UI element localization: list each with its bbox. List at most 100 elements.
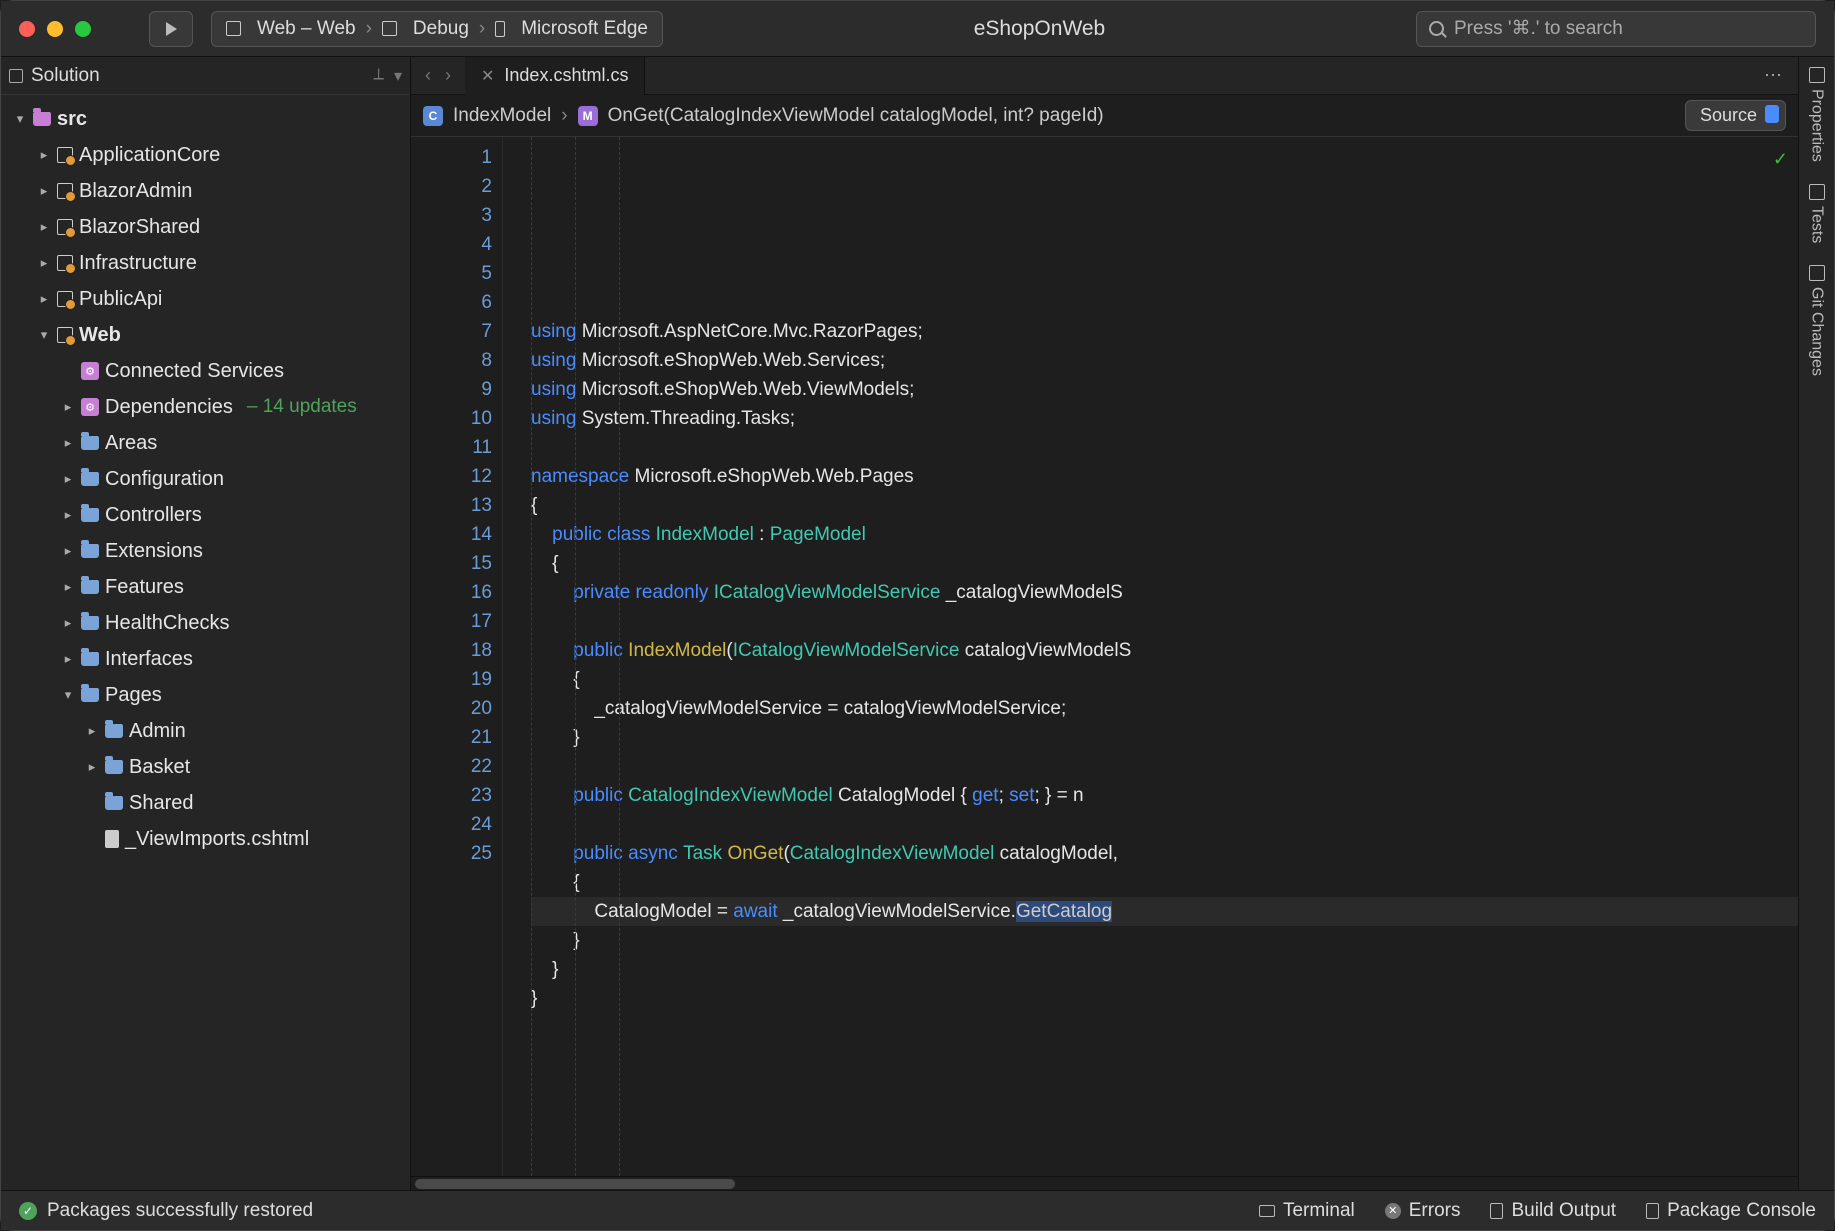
nav-forward-icon[interactable]: › xyxy=(445,65,451,86)
tab-overflow-menu[interactable]: ⋯ xyxy=(1748,65,1798,86)
scrollbar-thumb[interactable] xyxy=(415,1179,735,1189)
run-configuration-selector[interactable]: Web – Web › Debug › Microsoft Edge xyxy=(211,11,663,47)
tree-item[interactable]: ApplicationCore xyxy=(1,137,410,173)
twisty-icon[interactable] xyxy=(85,723,99,739)
twisty-icon[interactable] xyxy=(37,327,51,343)
tree-item[interactable]: _ViewImports.cshtml xyxy=(1,821,410,857)
minimize-window-dot[interactable] xyxy=(47,21,63,37)
statusbar-panel-button[interactable]: Build Output xyxy=(1490,1200,1616,1222)
csproj-icon xyxy=(57,183,73,199)
tree-item-label: Configuration xyxy=(105,468,224,491)
tree-item[interactable]: HealthChecks xyxy=(1,605,410,641)
breadcrumb-bar: C IndexModel › M OnGet(CatalogIndexViewM… xyxy=(411,95,1798,137)
twisty-icon[interactable] xyxy=(61,543,75,559)
close-window-dot[interactable] xyxy=(19,21,35,37)
status-message: Packages successfully restored xyxy=(47,1200,313,1222)
twisty-icon[interactable] xyxy=(37,183,51,199)
run-button[interactable] xyxy=(149,11,193,47)
method-icon: M xyxy=(578,106,598,126)
tree-item-label: HealthChecks xyxy=(105,612,230,635)
folder-icon xyxy=(105,796,123,810)
twisty-icon[interactable] xyxy=(37,219,51,235)
right-tool-rail: Properties Tests Git Changes xyxy=(1798,57,1834,1190)
tree-item[interactable]: Interfaces xyxy=(1,641,410,677)
main-area: Solution ⟂ ▾ srcApplicationCoreBlazorAdm… xyxy=(1,57,1834,1190)
close-tab-icon[interactable]: ✕ xyxy=(481,66,494,86)
tree-item[interactable]: Pages xyxy=(1,677,410,713)
twisty-icon[interactable] xyxy=(61,507,75,523)
tree-item[interactable]: Shared xyxy=(1,785,410,821)
horizontal-scrollbar[interactable] xyxy=(411,1176,1798,1190)
tree-item-label: src xyxy=(57,108,87,131)
tree-item[interactable]: BlazorShared xyxy=(1,209,410,245)
chevron-right-icon: › xyxy=(366,18,372,40)
tree-item[interactable]: Controllers xyxy=(1,497,410,533)
tree-item[interactable]: ⚙Connected Services xyxy=(1,353,410,389)
twisty-icon[interactable] xyxy=(37,291,51,307)
status-ok-icon: ✓ xyxy=(19,1202,37,1220)
csproj-icon xyxy=(57,219,73,235)
twisty-icon[interactable] xyxy=(37,255,51,271)
global-search[interactable]: Press '⌘.' to search xyxy=(1416,11,1816,47)
twisty-icon[interactable] xyxy=(61,579,75,595)
statusbar-panel-button[interactable]: Package Console xyxy=(1646,1200,1816,1222)
pin-icon[interactable]: ⟂ xyxy=(373,66,384,86)
code-editor[interactable]: 1234567891011121314151617181920212223242… xyxy=(411,137,1798,1176)
folder-icon xyxy=(81,616,99,630)
twisty-icon[interactable] xyxy=(61,651,75,667)
tree-item[interactable]: Basket xyxy=(1,749,410,785)
tree-item[interactable]: Extensions xyxy=(1,533,410,569)
twisty-icon[interactable] xyxy=(61,435,75,451)
folder-icon xyxy=(81,652,99,666)
code-content[interactable]: ✓ using Microsoft.AspNetCore.Mvc.RazorPa… xyxy=(503,137,1798,1176)
tree-item[interactable]: Configuration xyxy=(1,461,410,497)
tree-item-label: Infrastructure xyxy=(79,252,197,275)
tree-item[interactable]: Features xyxy=(1,569,410,605)
twisty-icon[interactable] xyxy=(61,687,75,703)
statusbar-panel-button[interactable]: Terminal xyxy=(1259,1200,1355,1222)
tree-item-label: Pages xyxy=(105,684,162,707)
run-project-label: Web – Web xyxy=(257,18,356,40)
rail-panel-button[interactable]: Properties xyxy=(1808,67,1826,162)
rail-panel-button[interactable]: Git Changes xyxy=(1808,265,1826,376)
chevron-right-icon: › xyxy=(479,18,485,40)
twisty-icon[interactable] xyxy=(13,111,27,127)
statusbar-panel-label: Terminal xyxy=(1283,1200,1355,1222)
tree-item[interactable]: Infrastructure xyxy=(1,245,410,281)
tree-item[interactable]: Areas xyxy=(1,425,410,461)
tree-item[interactable]: BlazorAdmin xyxy=(1,173,410,209)
tree-item-label: Web xyxy=(79,324,121,347)
csproj-icon xyxy=(57,327,73,343)
class-icon: C xyxy=(423,106,443,126)
toolbar: Web – Web › Debug › Microsoft Edge eShop… xyxy=(1,1,1834,57)
tree-item[interactable]: Web xyxy=(1,317,410,353)
tree-item[interactable]: Admin xyxy=(1,713,410,749)
folder-icon xyxy=(81,508,99,522)
tree-item-label: Admin xyxy=(129,720,186,743)
twisty-icon[interactable] xyxy=(61,615,75,631)
rail-panel-button[interactable]: Tests xyxy=(1808,184,1826,243)
breadcrumb-method[interactable]: OnGet(CatalogIndexViewModel catalogModel… xyxy=(608,105,1104,127)
twisty-icon[interactable] xyxy=(61,471,75,487)
breadcrumb-class[interactable]: IndexModel xyxy=(453,105,551,127)
browser-device-icon xyxy=(495,21,505,37)
tree-item[interactable]: ⚙Dependencies– 14 updates xyxy=(1,389,410,425)
nav-back-icon[interactable]: ‹ xyxy=(425,65,431,86)
editor-tab-active[interactable]: ✕ Index.cshtml.cs xyxy=(465,57,645,95)
statusbar-panel-button[interactable]: ✕Errors xyxy=(1385,1200,1461,1222)
service-icon: ⚙ xyxy=(81,362,99,380)
folder-icon xyxy=(81,544,99,558)
csproj-icon xyxy=(57,255,73,271)
view-mode-toggle[interactable]: Source xyxy=(1685,100,1786,131)
twisty-icon[interactable] xyxy=(37,147,51,163)
tree-item[interactable]: src xyxy=(1,101,410,137)
tree-item[interactable]: PublicApi xyxy=(1,281,410,317)
tree-item-label: Interfaces xyxy=(105,648,193,671)
chevron-down-icon[interactable]: ▾ xyxy=(394,66,402,86)
twisty-icon[interactable] xyxy=(85,759,99,775)
fullscreen-window-dot[interactable] xyxy=(75,21,91,37)
tree-item-label: Dependencies xyxy=(105,396,233,419)
twisty-icon[interactable] xyxy=(61,399,75,415)
tree-item-label: BlazorShared xyxy=(79,216,200,239)
solution-tree[interactable]: src ApplicationCoreBlazorAdmin BlazorShare… xyxy=(1,95,410,1190)
